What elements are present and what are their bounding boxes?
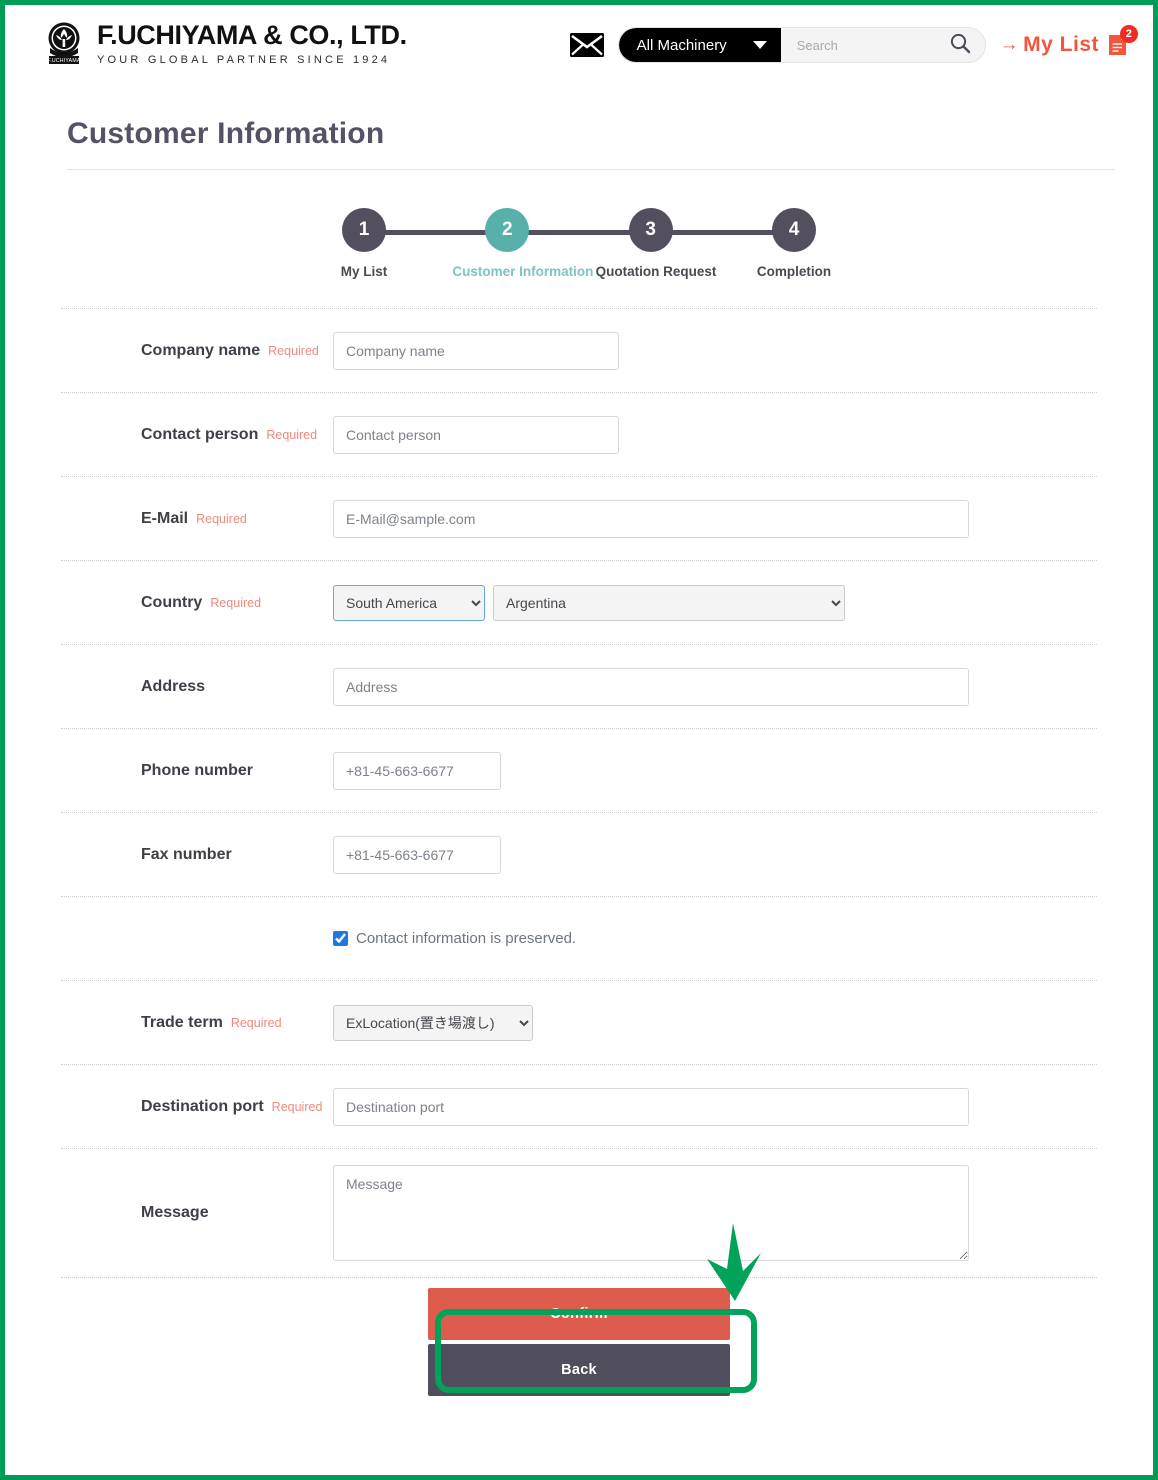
mylist-link[interactable]: → My List 2	[999, 25, 1138, 58]
row-preserve-contact: Contact information is preserved.	[61, 896, 1097, 980]
step-4-number: 4	[771, 208, 816, 252]
row-email: E-Mail Required	[61, 476, 1097, 560]
message-textarea[interactable]	[333, 1165, 969, 1261]
label-fax-number: Fax number	[61, 846, 333, 864]
brand-name: F.UCHIYAMA & CO., LTD.	[97, 20, 407, 50]
document-icon: 2	[1105, 25, 1138, 58]
label-phone-number: Phone number	[61, 762, 333, 780]
label-text-trade-term: Trade term	[141, 1013, 223, 1031]
step-2-label: Customer Information	[452, 264, 594, 279]
destination-port-input[interactable]	[333, 1087, 969, 1126]
arrow-right-icon: →	[999, 34, 1020, 55]
label-text-contact-person: Contact person	[141, 425, 259, 443]
contact-person-input[interactable]	[333, 415, 619, 454]
search-input[interactable]	[794, 36, 949, 54]
confirm-button[interactable]: Confirm	[428, 1288, 730, 1340]
search-field-wrap	[780, 28, 985, 62]
label-text-fax-number: Fax number	[141, 845, 232, 863]
progress-stepper: 1 My List 2 Customer Information 3 Quota…	[309, 208, 849, 286]
category-dropdown-label: All Machinery	[636, 36, 727, 54]
required-badge-country: Required	[210, 595, 262, 610]
envelope-icon[interactable]	[569, 33, 604, 57]
mylist-label: My List	[1023, 33, 1099, 56]
email-input[interactable]	[333, 499, 969, 538]
fax-number-input[interactable]	[333, 835, 501, 874]
row-trade-term: Trade term Required ExLocation(置き場渡し)	[61, 980, 1097, 1064]
company-name-input[interactable]	[333, 331, 619, 370]
phone-number-input[interactable]	[333, 751, 501, 790]
chevron-down-icon	[752, 41, 767, 49]
label-text-message: Message	[141, 1204, 209, 1221]
required-badge-email: Required	[196, 511, 247, 526]
label-contact-person: Contact person Required	[61, 426, 333, 444]
country-select[interactable]: Argentina	[493, 584, 845, 621]
screenshot-frame: F.UCHIYAMA F.UCHIYAMA & CO., LTD. YOUR G…	[0, 0, 1158, 1480]
brand-tagline: YOUR GLOBAL PARTNER SINCE 1924	[97, 54, 391, 66]
preserve-contact-label: Contact information is preserved.	[356, 930, 577, 947]
back-button[interactable]: Back	[428, 1344, 730, 1396]
customer-information-form: Company name Required Contact person Req…	[61, 308, 1097, 1277]
page-title: Customer Information	[67, 117, 385, 150]
row-company-name: Company name Required	[61, 308, 1097, 392]
step-3-quotation-request[interactable]: 3 Quotation Request	[595, 208, 717, 279]
label-destination-port: Destination port Required	[61, 1098, 333, 1116]
label-text-destination-port: Destination port	[141, 1097, 264, 1115]
site-logo[interactable]: F.UCHIYAMA F.UCHIYAMA & CO., LTD. YOUR G…	[43, 20, 407, 68]
page-title-wrap: Customer Information	[67, 117, 1115, 170]
header-right-group: All Machinery → My List	[569, 25, 1138, 63]
step-1-label: My List	[340, 264, 388, 279]
label-text-company-name: Company name	[141, 341, 261, 359]
step-3-number: 3	[628, 208, 673, 252]
preserve-contact-checkbox[interactable]	[333, 931, 348, 946]
label-trade-term: Trade term Required	[61, 1014, 333, 1032]
label-address: Address	[61, 678, 333, 696]
step-3-label: Quotation Request	[595, 264, 717, 279]
uchiyama-crest-icon: F.UCHIYAMA	[43, 20, 85, 68]
row-phone-number: Phone number	[61, 728, 1097, 812]
required-badge-destination-port: Required	[271, 1099, 323, 1114]
required-badge-trade-term: Required	[230, 1015, 282, 1030]
search-group: All Machinery	[617, 27, 986, 63]
step-2-number: 2	[485, 208, 530, 252]
form-actions: Confirm Back	[61, 1277, 1097, 1396]
label-text-country: Country	[141, 593, 203, 611]
address-input[interactable]	[333, 667, 969, 706]
svg-text:F.UCHIYAMA: F.UCHIYAMA	[47, 58, 80, 64]
label-email: E-Mail Required	[61, 510, 333, 528]
mylist-badge: 2	[1120, 25, 1138, 43]
preserve-contact-checkbox-row[interactable]: Contact information is preserved.	[333, 930, 576, 947]
label-text-email: E-Mail	[141, 509, 189, 527]
site-header: F.UCHIYAMA F.UCHIYAMA & CO., LTD. YOUR G…	[5, 5, 1153, 83]
trade-term-select[interactable]: ExLocation(置き場渡し)	[333, 1004, 533, 1041]
row-contact-person: Contact person Required	[61, 392, 1097, 476]
required-badge-contact-person: Required	[266, 427, 318, 442]
step-1-number: 1	[342, 208, 386, 252]
row-address: Address	[61, 644, 1097, 728]
label-text-phone-number: Phone number	[141, 761, 254, 779]
label-message: Message	[61, 1204, 333, 1222]
row-destination-port: Destination port Required	[61, 1064, 1097, 1148]
step-4-label: Completion	[756, 264, 832, 279]
search-icon[interactable]	[949, 32, 971, 59]
step-1-my-list[interactable]: 1 My List	[309, 208, 419, 279]
label-country: Country Required	[61, 594, 333, 612]
row-country: Country Required South America Argentina	[61, 560, 1097, 644]
step-2-customer-information[interactable]: 2 Customer Information	[452, 208, 594, 279]
step-4-completion[interactable]: 4 Completion	[739, 208, 849, 279]
label-company-name: Company name Required	[61, 342, 333, 360]
category-dropdown[interactable]: All Machinery	[618, 28, 781, 62]
label-text-address: Address	[141, 677, 206, 695]
required-badge-company-name: Required	[268, 343, 319, 358]
region-select[interactable]: South America	[333, 584, 485, 621]
row-message: Message	[61, 1148, 1097, 1277]
row-fax-number: Fax number	[61, 812, 1097, 896]
